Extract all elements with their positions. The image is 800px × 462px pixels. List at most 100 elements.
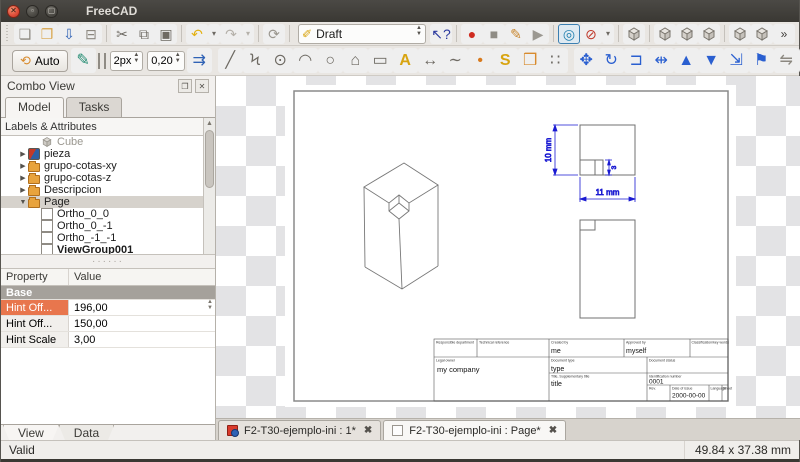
tree-expander-icon[interactable]: ▶ xyxy=(18,162,28,170)
toolbar-overflow-button[interactable]: » xyxy=(773,23,795,44)
apply-style-button[interactable]: ⇉ xyxy=(186,48,212,73)
view-top-button[interactable] xyxy=(676,23,698,44)
draft-circle-button[interactable]: ⊙ xyxy=(267,48,293,73)
navigation-dropdown-button[interactable]: ▾ xyxy=(602,23,614,44)
view-rear-button[interactable] xyxy=(729,23,751,44)
draft-shapestring-button[interactable]: S xyxy=(492,48,518,73)
view-front-button[interactable] xyxy=(654,23,676,44)
draft-upgrade-button[interactable]: ▲ xyxy=(673,48,699,73)
document-tab[interactable]: F2-T30-ejemplo-ini : 1* ✖ xyxy=(218,420,382,440)
refresh-button[interactable]: ⟳ xyxy=(263,23,285,44)
draft-dimension-button[interactable]: ↔ xyxy=(417,48,443,73)
workbench-selector[interactable]: ✐ Draft ▲ ▼ xyxy=(298,23,426,44)
dimension-width[interactable]: 11 mm xyxy=(578,177,637,202)
property-row[interactable]: Base xyxy=(1,286,215,300)
view-bottom-button[interactable] xyxy=(751,23,773,44)
draft-polyline-button[interactable]: Ϟ xyxy=(242,48,268,73)
document-tab[interactable]: F2-T30-ejemplo-ini : Page* ✖ xyxy=(383,420,567,440)
scroll-up-icon[interactable]: ▲ xyxy=(204,118,215,129)
panel-float-button[interactable]: ❐ xyxy=(178,79,192,93)
line-width-spinbox[interactable]: 2px ▲ ▼ xyxy=(109,50,144,71)
draft-downgrade-button[interactable]: ▼ xyxy=(698,48,724,73)
techdraw-page[interactable]: 10 mm 11 mm 3 Responsible department Tec… xyxy=(285,85,736,407)
draft-bspline-button[interactable]: ∼ xyxy=(442,48,468,73)
draft-mirror-button[interactable]: ⇋ xyxy=(773,48,799,73)
macro-play-button[interactable]: ▶ xyxy=(527,23,549,44)
window-close-button[interactable]: ✕ xyxy=(7,4,20,18)
draft-arc-button[interactable]: ◠ xyxy=(292,48,318,73)
draft-shape2dview-button[interactable]: ⚑ xyxy=(748,48,774,73)
panel-close-button[interactable]: ✕ xyxy=(195,79,209,93)
redo-button[interactable]: ↷ xyxy=(220,23,242,44)
front-view[interactable] xyxy=(579,219,636,319)
tab-tasks[interactable]: Tasks xyxy=(65,97,123,117)
tab-model[interactable]: Model xyxy=(5,97,64,118)
spinner-arrows-icon[interactable]: ▲ ▼ xyxy=(175,52,181,67)
macro-record-button[interactable]: ● xyxy=(461,23,483,44)
draft-rotate-button[interactable]: ↻ xyxy=(598,48,624,73)
tree-expander-icon[interactable]: ▶ xyxy=(18,150,28,158)
whats-this-button[interactable]: ↖? xyxy=(430,23,452,44)
draft-scale-button[interactable]: ⇲ xyxy=(723,48,749,73)
tree-expander-icon[interactable]: ▶ xyxy=(18,186,28,194)
spinner-arrows-icon[interactable]: ▲ ▼ xyxy=(207,299,213,314)
spinner-arrows-icon[interactable]: ▲ ▼ xyxy=(416,25,422,40)
line-color-swatch[interactable] xyxy=(97,52,100,69)
draft-ellipse-button[interactable]: ○ xyxy=(317,48,343,73)
draft-point-button[interactable]: • xyxy=(467,48,493,73)
close-icon[interactable]: ✖ xyxy=(549,425,557,436)
property-row[interactable]: Hint Off... 196,00 ▲ ▼ xyxy=(1,299,215,316)
set-style-button[interactable]: ✎ xyxy=(70,48,96,73)
zoom-selection-button[interactable]: ◎ xyxy=(558,23,580,44)
tree-item-ortho_0_-1[interactable]: Ortho_0_-1 xyxy=(1,220,203,232)
macro-edit-button[interactable]: ✎ xyxy=(505,23,527,44)
view-axonometric-button[interactable] xyxy=(623,23,645,44)
tree-item-cube[interactable]: Cube xyxy=(1,136,203,148)
tree-item-ortho_-1_-1[interactable]: Ortho_-1_-1 xyxy=(1,232,203,244)
isometric-view[interactable] xyxy=(363,162,439,290)
face-color-swatch[interactable] xyxy=(103,52,106,69)
draft-move-button[interactable]: ✥ xyxy=(573,48,599,73)
tree-item-page[interactable]: ▼ Page xyxy=(1,196,203,208)
tree-item-descripcion[interactable]: ▶ Descripcion xyxy=(1,184,203,196)
copy-button[interactable]: ⧉ xyxy=(133,23,155,44)
window-minimize-button[interactable]: ▫ xyxy=(26,4,39,18)
panel-splitter[interactable]: ······ xyxy=(1,255,215,268)
save-button[interactable]: ⇩ xyxy=(58,23,80,44)
property-row[interactable]: Hint Off... 150,00 xyxy=(1,316,215,332)
tree-item-grupo-cotas-z[interactable]: ▶ grupo-cotas-z xyxy=(1,172,203,184)
property-value[interactable]: 3,00 xyxy=(69,332,215,347)
property-row[interactable]: Hint Scale 3,00 xyxy=(1,332,215,348)
stop-navigation-button[interactable]: ⊘ xyxy=(580,23,602,44)
draft-polygon-button[interactable]: ⌂ xyxy=(342,48,368,73)
close-icon[interactable]: ✖ xyxy=(364,425,372,436)
tree-expander-icon[interactable]: ▶ xyxy=(18,174,28,182)
undo-dropdown-button[interactable]: ▾ xyxy=(208,23,220,44)
tree-scrollbar[interactable]: ▲ xyxy=(203,118,215,254)
view-right-button[interactable] xyxy=(698,23,720,44)
text-scale-spinbox[interactable]: 0,20 ▲ ▼ xyxy=(147,50,185,71)
draft-to-sketch-button[interactable]: ∷ xyxy=(542,48,568,73)
draft-facebinder-button[interactable]: ❒ xyxy=(517,48,543,73)
tree-item-viewgroup001[interactable]: ViewGroup001 xyxy=(1,244,203,254)
draft-offset-button[interactable]: ⊐ xyxy=(623,48,649,73)
dimension-height[interactable]: 10 mm xyxy=(544,123,578,177)
scrollbar-thumb[interactable] xyxy=(205,130,214,188)
redo-dropdown-button[interactable]: ▾ xyxy=(242,23,254,44)
spinner-arrows-icon[interactable]: ▲ ▼ xyxy=(133,52,139,67)
open-file-button[interactable]: ❐ xyxy=(36,23,58,44)
construction-group-button[interactable]: ⟲ Auto xyxy=(12,49,68,72)
paste-button[interactable]: ▣ xyxy=(155,23,177,44)
draft-rectangle-button[interactable]: ▭ xyxy=(367,48,393,73)
draft-text-button[interactable]: A xyxy=(392,48,418,73)
draft-line-button[interactable]: ╱ xyxy=(217,48,243,73)
tree-item-ortho_0_0[interactable]: Ortho_0_0 xyxy=(1,208,203,220)
tree-item-grupo-cotas-xy[interactable]: ▶ grupo-cotas-xy xyxy=(1,160,203,172)
window-maximize-button[interactable]: ▢ xyxy=(45,4,58,18)
new-file-button[interactable]: ❏ xyxy=(14,23,36,44)
property-value[interactable]: 196,00 ▲ ▼ xyxy=(69,299,215,315)
print-button[interactable]: ⊟ xyxy=(80,23,102,44)
tree-expander-icon[interactable]: ▼ xyxy=(18,199,28,206)
draft-trimex-button[interactable]: ⇹ xyxy=(648,48,674,73)
top-view[interactable] xyxy=(579,124,636,176)
